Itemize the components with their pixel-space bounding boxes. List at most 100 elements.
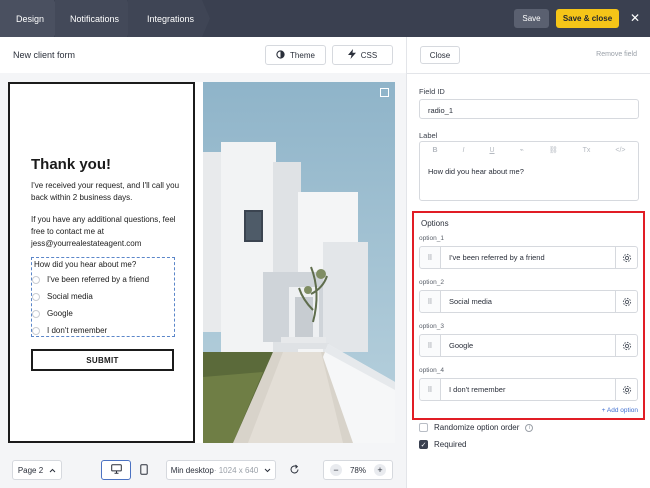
- desktop-icon: [110, 464, 122, 476]
- add-option-link[interactable]: + Add option: [602, 407, 638, 414]
- radio-option[interactable]: I've been referred by a friend: [32, 275, 149, 284]
- gear-icon[interactable]: [615, 334, 638, 357]
- required-label: Required: [434, 440, 467, 449]
- radio-option[interactable]: I don't remember: [32, 326, 107, 335]
- field-properties-panel: Close Remove field Field ID radio_1 Labe…: [406, 37, 650, 488]
- save-button[interactable]: Save: [514, 9, 549, 28]
- link-icon[interactable]: ⛓: [549, 146, 558, 154]
- field-id-input[interactable]: radio_1: [419, 99, 639, 119]
- question-label: How did you hear about me?: [34, 260, 137, 269]
- submit-button[interactable]: SUBMIT: [31, 349, 174, 371]
- label-text: How did you hear about me?: [428, 167, 524, 176]
- thank-you-heading: Thank you!: [31, 156, 112, 173]
- label-rich-text-editor[interactable]: B I U ⌁ ⛓ Tx </> How did you hear about …: [419, 141, 639, 201]
- option-row: ⠿ I've been referred by a friend: [419, 246, 638, 269]
- gear-icon[interactable]: [615, 378, 638, 401]
- house-photo: [203, 82, 395, 443]
- randomize-label: Randomize option order: [434, 423, 520, 432]
- drag-handle-icon[interactable]: ⠿: [419, 378, 441, 401]
- theme-label: Theme: [290, 50, 315, 60]
- radio-option-label: Google: [47, 309, 73, 318]
- drag-handle-icon[interactable]: ⠿: [419, 246, 441, 269]
- bold-icon[interactable]: B: [432, 147, 437, 154]
- viewport-size-selector[interactable]: Min desktop· 1024 x 640: [166, 460, 276, 480]
- editor-header: New client form Theme CSS: [0, 37, 406, 73]
- underline-icon[interactable]: U: [489, 147, 494, 154]
- zoom-control: − 78% +: [323, 460, 393, 480]
- option-row: ⠿ Google: [419, 334, 638, 357]
- rich-text-toolbar: B I U ⌁ ⛓ Tx </>: [420, 142, 638, 158]
- tab-notifications[interactable]: Notifications: [70, 0, 119, 37]
- option-id-label: option_4: [419, 367, 444, 374]
- italic-icon[interactable]: I: [463, 147, 465, 154]
- zoom-out-button[interactable]: −: [330, 464, 342, 476]
- rotate-icon: [289, 464, 300, 477]
- radio-option-label: Social media: [47, 292, 93, 301]
- page-label: Page 2: [17, 465, 44, 475]
- option-input[interactable]: Social media: [440, 290, 616, 313]
- rotate-button[interactable]: [283, 460, 305, 480]
- radio-question-field[interactable]: How did you hear about me? I've been ref…: [31, 257, 175, 337]
- radio-button[interactable]: [32, 309, 40, 318]
- desktop-view-button[interactable]: [101, 460, 131, 480]
- remove-field-button[interactable]: Remove field: [596, 51, 637, 58]
- chevron-down-icon: [264, 466, 271, 475]
- options-title: Options: [421, 219, 449, 228]
- radio-option-label: I've been referred by a friend: [47, 275, 150, 284]
- options-section: Options option_1 ⠿ I've been referred by…: [412, 211, 645, 420]
- radio-option-label: I don't remember: [47, 326, 108, 335]
- form-card: Thank you! I've received your request, a…: [8, 82, 195, 443]
- tab-design[interactable]: Design: [16, 0, 44, 37]
- drag-handle-icon[interactable]: ⠿: [419, 334, 441, 357]
- option-input[interactable]: I've been referred by a friend: [440, 246, 616, 269]
- radio-button[interactable]: [32, 326, 40, 335]
- info-icon: i: [525, 423, 534, 432]
- theme-button[interactable]: Theme: [265, 45, 326, 65]
- mobile-view-button[interactable]: [132, 460, 155, 480]
- chevron-up-icon: [49, 466, 56, 475]
- editor-footer: Page 2 Min desktop· 1024 x 640 − 78% +: [0, 452, 406, 488]
- option-row: ⠿ Social media: [419, 290, 638, 313]
- gear-icon[interactable]: [615, 246, 638, 269]
- option-id-label: option_2: [419, 279, 444, 286]
- strikethrough-icon[interactable]: ⌁: [520, 146, 524, 154]
- editor-area: New client form Theme CSS Thank you! I'v…: [0, 37, 406, 488]
- expand-icon[interactable]: [380, 88, 389, 97]
- clear-format-icon[interactable]: Tx: [583, 147, 591, 154]
- label-label: Label: [419, 131, 438, 140]
- zoom-level: 78%: [349, 465, 366, 475]
- save-and-close-button[interactable]: Save & close: [556, 9, 619, 28]
- divider: [407, 73, 650, 74]
- panel-close-button[interactable]: Close: [420, 46, 460, 64]
- viewport-size-label: Min desktop· 1024 x 640: [170, 465, 259, 475]
- top-bar: Design Notifications Integrations Save S…: [0, 0, 650, 37]
- radio-button[interactable]: [32, 292, 40, 301]
- code-icon[interactable]: </>: [615, 147, 625, 154]
- tab-integrations[interactable]: Integrations: [147, 0, 194, 37]
- form-title: New client form: [13, 50, 76, 60]
- drag-handle-icon[interactable]: ⠿: [419, 290, 441, 313]
- mobile-icon: [139, 463, 148, 477]
- option-row: ⠿ I don't remember: [419, 378, 638, 401]
- randomize-checkbox[interactable]: [419, 423, 428, 432]
- option-input[interactable]: I don't remember: [440, 378, 616, 401]
- close-icon[interactable]: ✕: [628, 11, 642, 25]
- page-selector[interactable]: Page 2: [12, 460, 62, 480]
- contact-message: If you have any additional questions, fe…: [31, 215, 176, 248]
- option-input[interactable]: Google: [440, 334, 616, 357]
- gear-icon[interactable]: [615, 290, 638, 313]
- css-label: CSS: [360, 50, 378, 60]
- contrast-icon: [276, 49, 285, 61]
- viewport-size-dims: · 1024 x 640: [213, 465, 259, 475]
- radio-button[interactable]: [32, 275, 40, 284]
- zoom-in-button[interactable]: +: [373, 464, 386, 476]
- radio-option[interactable]: Social media: [32, 292, 93, 301]
- radio-option[interactable]: Google: [32, 309, 73, 318]
- css-button[interactable]: CSS: [332, 45, 393, 65]
- randomize-option-row[interactable]: Randomize option order i: [419, 423, 534, 432]
- required-row[interactable]: ✓ Required: [419, 440, 466, 449]
- option-id-label: option_3: [419, 323, 444, 330]
- lightning-icon: [347, 49, 356, 61]
- option-id-label: option_1: [419, 235, 444, 242]
- required-checkbox[interactable]: ✓: [419, 440, 428, 449]
